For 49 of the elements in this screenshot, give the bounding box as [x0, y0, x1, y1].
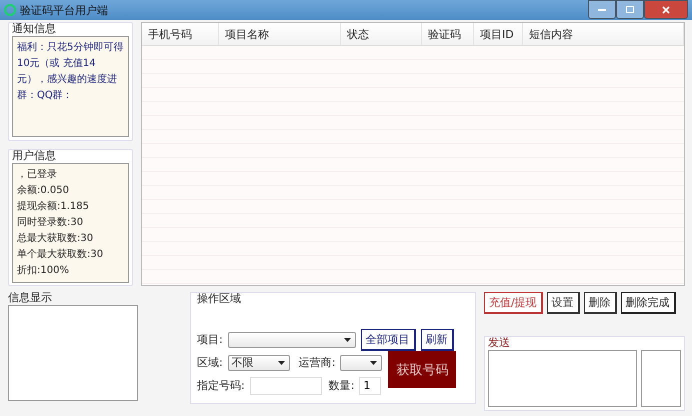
region-dropdown[interactable]: 不限: [228, 354, 290, 370]
group-label: 用户信息: [12, 149, 57, 163]
action-button[interactable]: 删除完成: [620, 292, 676, 314]
count-input[interactable]: 1: [359, 376, 382, 394]
dropdown-caret-icon: [370, 360, 378, 364]
close-button[interactable]: [644, 0, 688, 19]
action-button[interactable]: 充值/提现: [484, 292, 543, 314]
close-icon: [662, 6, 670, 14]
group-label: 操作区域: [197, 292, 242, 306]
maximize-button[interactable]: [616, 0, 644, 19]
user-info-line: 余额:0.050: [17, 184, 70, 198]
user-info-line: 总最大获取数:30: [17, 232, 94, 246]
column-header[interactable]: 手机号码: [142, 23, 219, 45]
field-label: 区域:: [197, 355, 223, 370]
column-header[interactable]: 项目ID: [474, 23, 523, 45]
window-title: 验证码平台用户端: [20, 2, 108, 18]
action-button[interactable]: 删除: [584, 292, 617, 314]
field-label: 项目:: [197, 332, 223, 347]
field-label: 指定号码:: [197, 378, 245, 393]
all-projects-button[interactable]: 全部项目: [360, 328, 416, 350]
user-info-line: 折扣:100%: [17, 264, 70, 278]
dropdown-caret-icon: [344, 338, 351, 342]
field-label: 数量:: [328, 378, 354, 393]
user-info-line: ，已登录: [17, 168, 58, 182]
notice-text: 福利：只花5分钟即可得10元（或 充值14元），感兴趣的速度进群：QQ群：: [12, 36, 129, 137]
app-icon: [4, 4, 16, 16]
carrier-dropdown[interactable]: [340, 354, 382, 370]
send-text-box[interactable]: [488, 350, 637, 407]
refresh-button[interactable]: 刷新: [420, 328, 454, 350]
field-label: 运营商:: [298, 355, 336, 370]
column-header[interactable]: 短信内容: [523, 23, 684, 45]
column-header[interactable]: 验证码: [422, 23, 474, 45]
minimize-icon: [598, 8, 606, 10]
column-header[interactable]: 状态: [341, 23, 422, 45]
project-dropdown[interactable]: [228, 332, 356, 348]
action-button[interactable]: 设置: [546, 292, 580, 314]
user-info-line: 单个最大获取数:30: [17, 248, 104, 262]
group-label: 发送: [488, 336, 511, 350]
get-number-button[interactable]: 获取号码: [388, 351, 456, 388]
maximize-icon: [626, 6, 634, 13]
group-label: 通知信息: [12, 22, 57, 36]
number-input[interactable]: [250, 376, 322, 394]
group-label: 信息显示: [8, 291, 53, 305]
user-info-line: 提现余额:1.185: [17, 200, 90, 214]
column-header[interactable]: 项目名称: [219, 23, 341, 45]
send-side-box: [641, 350, 681, 407]
minimize-button[interactable]: [588, 0, 616, 19]
user-info-line: 同时登录数:30: [17, 216, 84, 230]
dropdown-caret-icon: [278, 360, 285, 364]
